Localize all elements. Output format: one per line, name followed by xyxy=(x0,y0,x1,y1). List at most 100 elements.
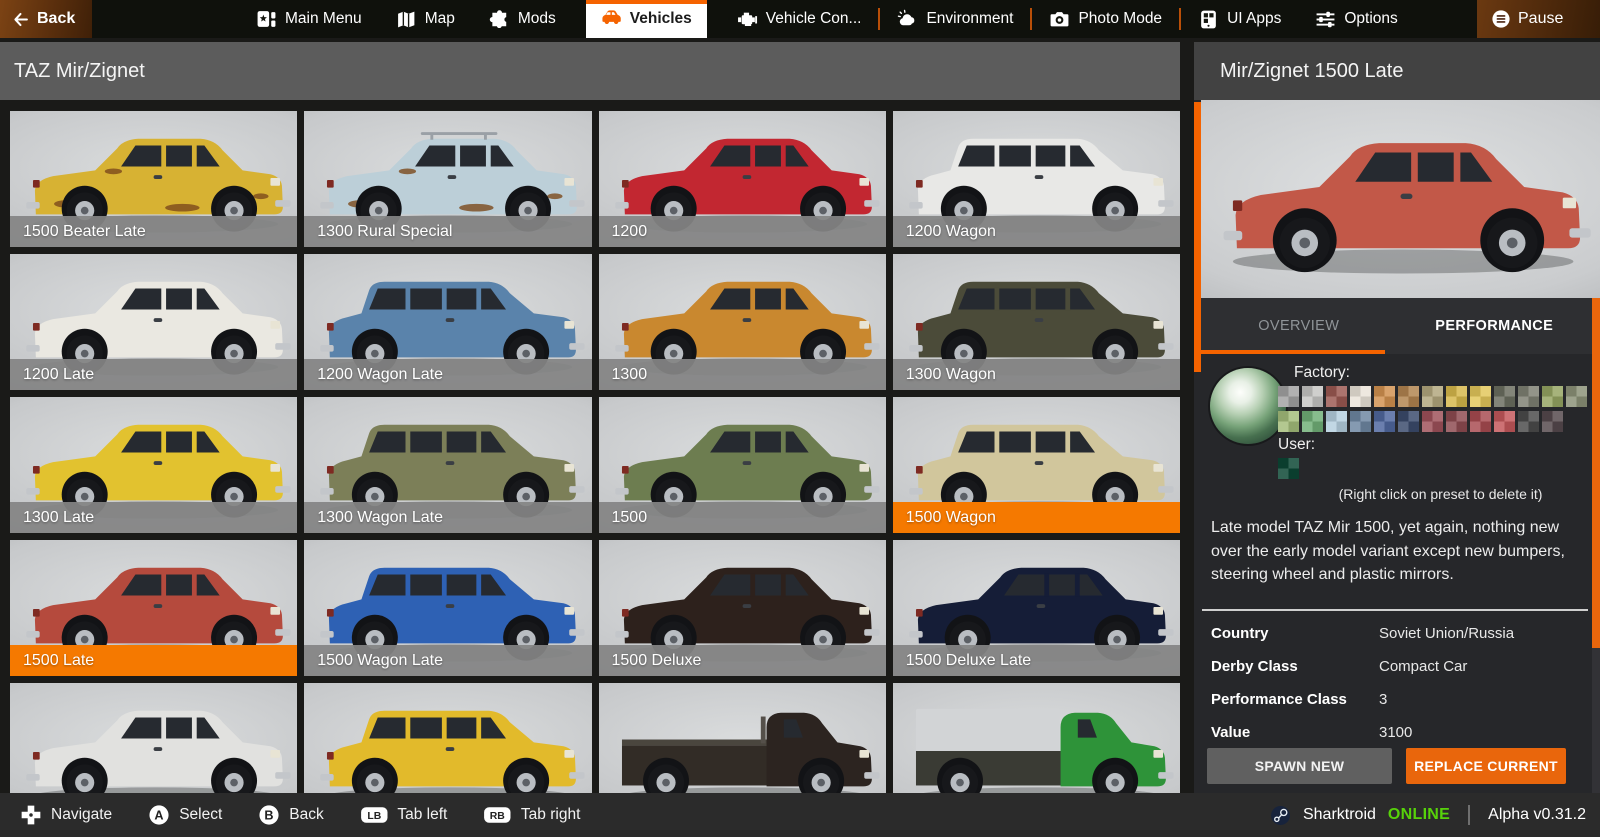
vehicle-tile[interactable]: 1500 Wagon xyxy=(892,397,1180,533)
controller-hint-label: Navigate xyxy=(51,806,113,823)
factory-color-swatch[interactable] xyxy=(1326,411,1347,432)
topbar-tab-icon xyxy=(1049,9,1070,30)
factory-color-swatch[interactable] xyxy=(1542,386,1563,407)
topbar-tab[interactable]: Main Menu xyxy=(252,0,366,38)
vehicle-thumbnail xyxy=(10,683,297,793)
vehicle-selector-screen: Back Main Menu Map Mods Vehicles Vehicle… xyxy=(0,0,1600,837)
spec-label: Derby Class xyxy=(1211,658,1298,675)
topbar-tab-label: UI Apps xyxy=(1227,10,1282,27)
vehicle-tile[interactable]: 1300 Wagon Late xyxy=(304,397,592,533)
controller-hint-icon: B xyxy=(258,804,280,826)
factory-color-swatch[interactable] xyxy=(1278,386,1299,407)
factory-color-row-2 xyxy=(1278,411,1563,432)
factory-color-swatch[interactable] xyxy=(1422,411,1443,432)
vehicle-tile[interactable]: 1500 Beater Late xyxy=(10,111,298,247)
vehicle-tile[interactable]: 1300 Wagon xyxy=(892,254,1180,390)
vehicle-name-bar: 1500 Wagon Late xyxy=(304,645,592,676)
topbar-tab-icon xyxy=(1198,9,1219,30)
preset-thumbnail[interactable] xyxy=(1210,368,1286,444)
user-color-row xyxy=(1278,458,1299,479)
spec-label: Performance Class xyxy=(1211,691,1347,708)
spec-value: Soviet Union/Russia xyxy=(1379,625,1515,642)
back-arrow-icon xyxy=(12,11,29,28)
factory-color-swatch[interactable] xyxy=(1518,411,1539,432)
tab-performance[interactable]: PERFORMANCE xyxy=(1397,298,1593,354)
factory-color-swatch[interactable] xyxy=(1302,386,1323,407)
topbar-tab[interactable]: Vehicles xyxy=(585,0,707,38)
back-button[interactable]: Back xyxy=(0,0,92,38)
vehicle-name-bar: 1500 Wagon xyxy=(892,502,1180,533)
factory-color-swatch[interactable] xyxy=(1446,411,1467,432)
factory-color-swatch[interactable] xyxy=(1326,386,1347,407)
factory-color-swatch[interactable] xyxy=(1350,411,1371,432)
vehicle-name-bar: 1300 xyxy=(598,359,886,390)
factory-color-swatch[interactable] xyxy=(1398,386,1419,407)
topbar-tab-label: Main Menu xyxy=(285,10,362,27)
vehicle-tile[interactable]: 1500 Wagon Late xyxy=(304,540,592,676)
topbar-tab[interactable]: Map xyxy=(392,0,459,38)
factory-color-swatch[interactable] xyxy=(1518,386,1539,407)
topbar-tab-icon xyxy=(396,9,417,30)
spec-value: Compact Car xyxy=(1379,658,1468,675)
vehicle-tile[interactable] xyxy=(598,683,886,793)
spawn-new-button[interactable]: SPAWN NEW xyxy=(1207,748,1392,784)
factory-color-swatch[interactable] xyxy=(1470,411,1491,432)
topbar-tab[interactable]: Photo Mode xyxy=(1030,0,1166,38)
factory-color-swatch[interactable] xyxy=(1494,386,1515,407)
vehicle-tile[interactable] xyxy=(304,683,592,793)
factory-color-swatch[interactable] xyxy=(1302,411,1323,432)
vehicle-tile[interactable] xyxy=(10,683,298,793)
vehicle-tile[interactable]: 1200 Wagon xyxy=(892,111,1180,247)
vehicle-name: 1500 Deluxe Late xyxy=(905,651,1032,669)
vehicle-tile[interactable]: 1500 xyxy=(598,397,886,533)
detail-tabs: OVERVIEW PERFORMANCE xyxy=(1201,298,1592,354)
factory-color-swatch[interactable] xyxy=(1374,411,1395,432)
vehicle-name-bar: 1200 Wagon Late xyxy=(304,359,592,390)
pause-button[interactable]: Pause xyxy=(1477,0,1600,38)
vehicle-tile[interactable]: 1500 Deluxe Late xyxy=(892,540,1180,676)
topbar-tab-label: Options xyxy=(1344,10,1398,27)
vehicle-tile[interactable]: 1200 xyxy=(598,111,886,247)
vehicle-name-bar: 1300 Wagon Late xyxy=(304,502,592,533)
factory-color-swatch[interactable] xyxy=(1446,386,1467,407)
vehicle-tile[interactable] xyxy=(892,683,1180,793)
detail-panel-header: Mir/Zignet 1500 Late xyxy=(1194,42,1600,100)
vehicle-tile[interactable]: 1300 Rural Special xyxy=(304,111,592,247)
replace-current-button[interactable]: REPLACE CURRENT xyxy=(1406,748,1566,784)
controller-hint: B Back xyxy=(258,804,324,826)
vehicle-tile[interactable]: 1200 Late xyxy=(10,254,298,390)
controller-hint-icon: LB xyxy=(360,804,389,826)
factory-color-swatch[interactable] xyxy=(1422,386,1443,407)
svg-text:A: A xyxy=(155,808,164,822)
version-label: Alpha v0.31.2 xyxy=(1488,806,1586,823)
topbar-tab[interactable]: Environment xyxy=(878,0,1017,38)
factory-color-swatch[interactable] xyxy=(1374,386,1395,407)
vehicle-tile[interactable]: 1300 Late xyxy=(10,397,298,533)
vehicle-name: 1300 Wagon Late xyxy=(317,508,443,526)
controller-hint-label: Tab left xyxy=(397,806,448,823)
tab-overview[interactable]: OVERVIEW xyxy=(1201,298,1397,354)
vehicle-tile[interactable]: 1500 Late xyxy=(10,540,298,676)
factory-color-swatch[interactable] xyxy=(1350,386,1371,407)
factory-color-swatch[interactable] xyxy=(1566,386,1587,407)
factory-color-swatch[interactable] xyxy=(1398,411,1419,432)
panel-scrollbar-thumb[interactable] xyxy=(1592,298,1600,648)
user-color-swatch[interactable] xyxy=(1278,458,1299,479)
controller-hint-label: Tab right xyxy=(520,806,581,823)
topbar-tab[interactable]: UI Apps xyxy=(1179,0,1285,38)
factory-color-swatch[interactable] xyxy=(1542,411,1563,432)
vehicle-tile[interactable]: 1300 xyxy=(598,254,886,390)
vehicle-name: 1500 Late xyxy=(23,651,95,669)
topbar-tab[interactable]: Mods xyxy=(485,0,560,38)
factory-color-swatch[interactable] xyxy=(1278,411,1299,432)
vehicle-name-bar: 1300 Late xyxy=(10,502,298,533)
factory-color-swatch[interactable] xyxy=(1494,411,1515,432)
vehicle-tile[interactable]: 1500 Deluxe xyxy=(598,540,886,676)
factory-color-swatch[interactable] xyxy=(1470,386,1491,407)
vehicle-name-bar: 1200 Late xyxy=(10,359,298,390)
vehicle-tile[interactable]: 1200 Wagon Late xyxy=(304,254,592,390)
topbar-tab[interactable]: Vehicle Con... xyxy=(733,0,866,38)
topbar-tab-label: Vehicles xyxy=(629,10,692,27)
topbar-tab[interactable]: Options xyxy=(1311,0,1401,38)
topbar-tab-icon xyxy=(737,9,758,30)
